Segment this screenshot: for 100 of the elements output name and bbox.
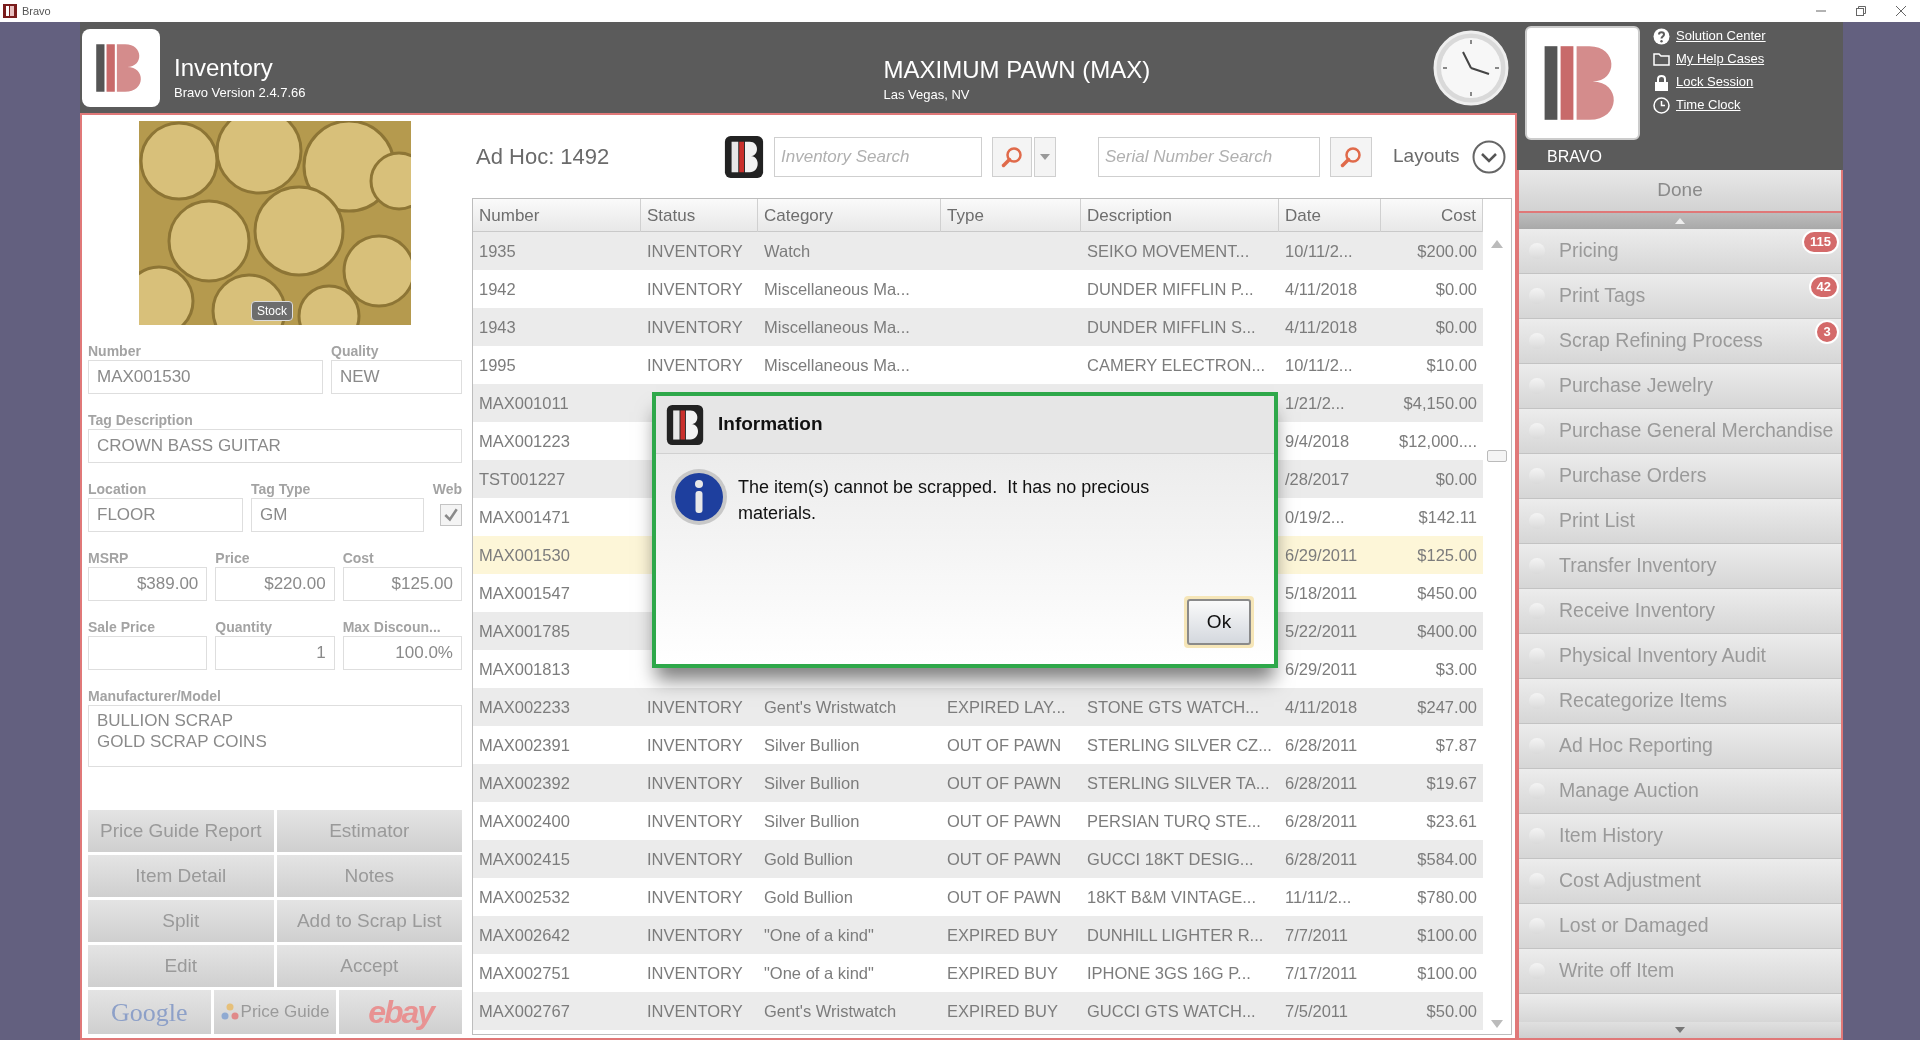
field-label: Tag Type (251, 481, 312, 497)
table-cell: OUT OF PAWN (947, 888, 1062, 906)
table-cell: GUCCI 18KT DESIG... (1087, 850, 1254, 868)
table-cell: 7/17/2011 (1285, 964, 1358, 982)
table-cell: 1942 (479, 280, 516, 298)
table-cell: EXPIRED BUY (947, 926, 1058, 944)
dialog-title: Information (718, 412, 823, 437)
table-cell: MAX001813 (479, 660, 570, 678)
table-cell: 11/11/2... (1285, 888, 1352, 906)
table-cell: $0.00 (1435, 318, 1477, 336)
table-cell: $584.00 (1417, 850, 1477, 868)
table-cell: 6/28/2011 (1285, 812, 1358, 830)
table-cell: 1935 (479, 242, 516, 260)
table-cell: $23.61 (1426, 812, 1477, 830)
field-label: Manufacturer/Model (88, 688, 222, 704)
table-cell: 10/11/2... (1285, 242, 1353, 260)
field-label: Quantity (215, 619, 274, 635)
table-cell: "One of a kind" (764, 926, 874, 944)
table-cell: 0/19/2... (1285, 508, 1345, 526)
field-label: Price (215, 550, 251, 566)
table-cell: $780.00 (1417, 888, 1477, 906)
menu-item-label: Manage Auction (1559, 778, 1699, 804)
table-cell: INVENTORY (647, 242, 743, 260)
table-cell: OUT OF PAWN (947, 812, 1062, 830)
table-cell: 10/11/2... (1285, 356, 1353, 374)
table-cell: 1943 (479, 318, 516, 336)
table-cell: $142.11 (1418, 508, 1477, 526)
table-cell: Watch (764, 242, 811, 260)
table-cell: MAX002391 (479, 736, 570, 754)
table-cell: INVENTORY (647, 964, 743, 982)
table-cell: $400.00 (1417, 622, 1477, 640)
table-cell: EXPIRED BUY (947, 964, 1058, 982)
brand-label: BRAVO (1547, 147, 1602, 167)
table-cell: MAX002751 (479, 964, 570, 982)
table-cell: 6/29/2011 (1285, 546, 1358, 564)
table-cell: 18KT B&M VINTAGE... (1087, 888, 1257, 906)
table-cell: MAX001785 (479, 622, 570, 640)
table-cell: MAX001547 (479, 584, 570, 602)
table-cell: MAX001223 (479, 432, 570, 450)
module-title: Inventory (174, 52, 274, 83)
table-cell: 4/11/2018 (1285, 698, 1358, 716)
table-cell: TST001227 (479, 470, 566, 488)
field-label: Quality (331, 343, 380, 359)
store-name: MAXIMUM PAWN (MAX) (883, 54, 1151, 85)
menu-item-label: Print Tags (1559, 283, 1646, 309)
table-cell: $10.00 (1426, 356, 1477, 374)
table-cell: 1/21/2... (1285, 394, 1345, 412)
table-cell: $0.00 (1435, 280, 1477, 298)
table-cell: IPHONE 3GS 16G P... (1087, 964, 1251, 982)
table-cell: 1995 (479, 356, 516, 374)
field-label: Max Discoun... (342, 619, 442, 635)
table-cell: INVENTORY (647, 850, 743, 868)
table-cell: MAX001530 (479, 546, 570, 564)
table-cell: INVENTORY (647, 736, 743, 754)
count-badge: 115 (1802, 230, 1839, 254)
table-cell: INVENTORY (647, 1002, 743, 1020)
field-label: Number (88, 343, 142, 359)
table-cell: $12,000.... (1399, 432, 1477, 450)
table-cell: MAX002767 (479, 1002, 570, 1020)
menu-item-label: Purchase Orders (1559, 463, 1707, 489)
menu-item-label: Recategorize Items (1559, 688, 1727, 714)
table-cell: CAMERY ELECTRON... (1087, 356, 1266, 374)
table-cell: EXPIRED LAY... (947, 698, 1066, 716)
menu-item-label: Pricing (1559, 238, 1619, 264)
table-cell: MAX002415 (479, 850, 570, 868)
table-cell: Gent's Wristwatch (764, 1002, 897, 1020)
table-cell: $100.00 (1417, 964, 1477, 982)
report-title: Ad Hoc: 1492 (476, 143, 611, 171)
table-cell: INVENTORY (647, 280, 743, 298)
table-cell: Gent's Wristwatch (764, 698, 897, 716)
table-cell: OUT OF PAWN (947, 736, 1062, 754)
table-cell: $0.00 (1435, 470, 1477, 488)
table-cell: Silver Bullion (764, 812, 860, 830)
field-label: Location (88, 481, 148, 497)
count-badge: 42 (1808, 275, 1839, 299)
table-cell: MAX002400 (479, 812, 570, 830)
table-cell: INVENTORY (647, 356, 743, 374)
count-badge: 3 (1815, 320, 1839, 344)
field-label: Sale Price (88, 619, 156, 635)
table-cell: INVENTORY (647, 888, 743, 906)
table-cell: $247.00 (1417, 698, 1477, 716)
menu-item-label: Lost or Damaged (1559, 913, 1709, 939)
table-cell: 9/4/2018 (1285, 432, 1350, 450)
table-cell: 4/11/2018 (1285, 280, 1358, 298)
table-cell: $100.00 (1417, 926, 1477, 944)
table-cell: Silver Bullion (764, 774, 860, 792)
field-label: MSRP (88, 550, 130, 566)
table-cell: STONE GTS WATCH... (1087, 698, 1260, 716)
menu-item-label: Scrap Refining Process (1559, 328, 1763, 354)
table-cell: 5/18/2011 (1285, 584, 1358, 602)
table-cell: MAX001011 (479, 394, 569, 412)
field-label: Cost (342, 550, 375, 566)
table-cell: INVENTORY (647, 698, 743, 716)
table-cell: OUT OF PAWN (947, 774, 1062, 792)
table-cell: 7/5/2011 (1285, 1002, 1348, 1020)
table-cell: MAX002532 (479, 888, 570, 906)
table-cell: MAX002642 (479, 926, 570, 944)
menu-item-label: Item History (1559, 823, 1663, 849)
table-cell: "One of a kind" (764, 964, 874, 982)
table-cell: DUNHILL LIGHTER R... (1087, 926, 1264, 944)
